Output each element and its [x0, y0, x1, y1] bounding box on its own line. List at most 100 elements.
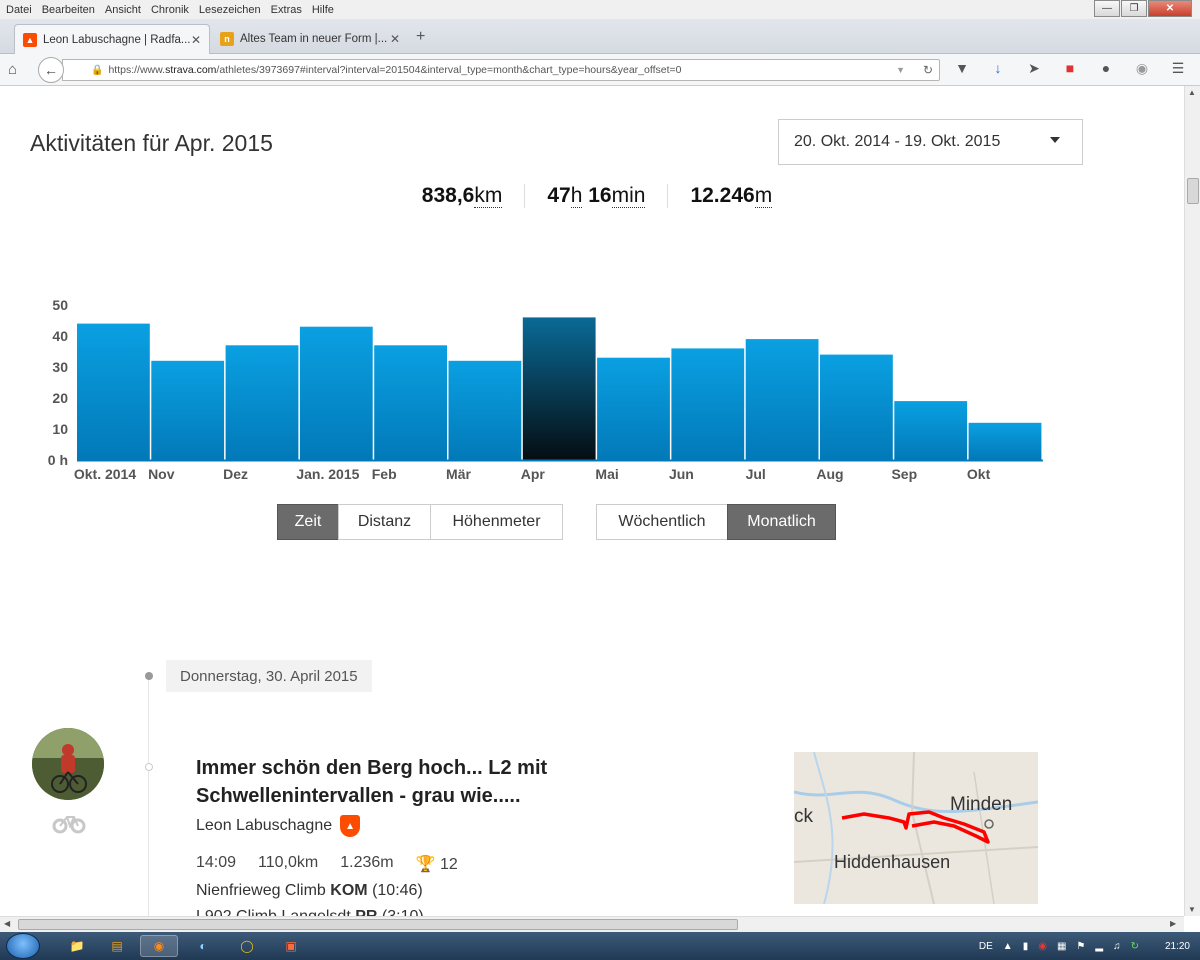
close-window-button[interactable]: ✕	[1148, 0, 1192, 17]
new-tab-button[interactable]: +	[416, 28, 425, 46]
menu-hamburger-icon[interactable]: ☰	[1168, 60, 1188, 77]
segment-time: (3:10)	[382, 908, 424, 916]
sync-icon[interactable]: ↻	[1131, 941, 1139, 952]
reload-icon[interactable]: ↻	[923, 63, 933, 77]
metric-distance-button[interactable]: Distanz	[338, 504, 431, 540]
toolbar-icons: ▼ ↓ ➤ ■ ● ◉ ☰	[952, 60, 1188, 77]
chart-bar-apr[interactable]	[522, 317, 596, 460]
url-bar[interactable]: 🔒 https://www. strava.com/athletes/397369…	[62, 59, 940, 81]
chart-bar-okt[interactable]	[968, 422, 1042, 460]
athlete-name[interactable]: Leon Labuschagne	[196, 817, 332, 835]
chart-bar-dez[interactable]	[225, 345, 299, 460]
home-icon[interactable]: ⌂	[8, 61, 17, 78]
start-button[interactable]	[6, 933, 40, 959]
chrome-icon[interactable]: ◯	[228, 935, 266, 957]
tab-strava[interactable]: ▲ Leon Labuschagne | Radfa... ✕	[14, 24, 210, 54]
language-indicator[interactable]: DE	[979, 941, 993, 952]
activity-title[interactable]: Immer schön den Berg hoch... L2 mit Schw…	[196, 754, 616, 810]
back-button[interactable]: ←	[38, 57, 64, 83]
interval-toggle: Wöchentlich Monatlich	[596, 504, 836, 540]
minimize-button[interactable]: —	[1094, 0, 1120, 17]
lock-icon: 🔒	[91, 64, 104, 76]
maximize-button[interactable]: ❐	[1121, 0, 1147, 17]
weekly-button[interactable]: Wöchentlich	[596, 504, 728, 540]
menu-hilfe[interactable]: Hilfe	[312, 4, 334, 16]
tab-bar: ▲ Leon Labuschagne | Radfa... ✕ n Altes …	[0, 19, 1200, 54]
menu-lesezeichen[interactable]: Lesezeichen	[199, 4, 261, 16]
clock[interactable]: 21:20	[1165, 941, 1190, 952]
vertical-scrollbar[interactable]: ▲ ▼	[1184, 86, 1200, 916]
send-icon[interactable]: ➤	[1024, 60, 1044, 77]
timeline-dot	[145, 672, 153, 680]
url-path: /athletes/3973697#interval?interval=2015…	[216, 64, 682, 76]
flag-icon[interactable]: ⚑	[1076, 941, 1085, 952]
menu-extras[interactable]: Extras	[271, 4, 302, 16]
chart-bar-jun[interactable]	[671, 348, 745, 460]
firefox-icon[interactable]: ◉	[140, 935, 178, 957]
segment-row[interactable]: L902 Climb Langelsdt PR (3:10)	[196, 908, 424, 916]
segment-row[interactable]: Nienfrieweg Climb KOM (10:46)	[196, 882, 423, 900]
metric-elevation-button[interactable]: Höhenmeter	[430, 504, 563, 540]
stat-elevation-unit: m	[754, 184, 773, 208]
close-tab-icon[interactable]: ✕	[191, 33, 201, 47]
x-tick-label: Okt. 2014	[74, 466, 136, 482]
volume-icon[interactable]: ♫	[1113, 941, 1121, 952]
activity-stats: 14:09 110,0km 1.236m 🏆 12	[196, 854, 458, 874]
explorer-icon[interactable]: 📁	[58, 935, 96, 957]
tray-app-icon[interactable]: ▮	[1023, 941, 1029, 952]
chat-icon[interactable]: ●	[1096, 60, 1116, 77]
extension-icon[interactable]: ■	[1060, 60, 1080, 77]
scroll-up-icon[interactable]: ▲	[1188, 88, 1196, 97]
chart-bar-mai[interactable]	[597, 357, 670, 460]
activity-time: 14:09	[196, 854, 237, 871]
chart-bar-jul[interactable]	[745, 339, 819, 460]
date-range-select[interactable]: 20. Okt. 2014 - 19. Okt. 2015	[778, 119, 1083, 165]
scroll-left-icon[interactable]: ◀	[4, 919, 10, 928]
summary-stats: 838,6km 47h 16min 12.246m	[0, 184, 1184, 208]
scrollbar-thumb[interactable]	[18, 919, 738, 930]
menu-ansicht[interactable]: Ansicht	[105, 4, 141, 16]
page-content: Aktivitäten für Apr. 2015 20. Okt. 2014 …	[0, 86, 1184, 916]
url-dropdown-icon[interactable]: ▼	[896, 65, 905, 75]
adblock-icon[interactable]: ◉	[1132, 60, 1152, 77]
tab-news[interactable]: n Altes Team in neuer Form |... ✕	[212, 24, 408, 54]
avatar[interactable]	[32, 728, 104, 800]
pocket-icon[interactable]: ▼	[952, 60, 972, 77]
scroll-down-icon[interactable]: ▼	[1188, 905, 1196, 914]
menu-chronik[interactable]: Chronik	[151, 4, 189, 16]
trophy-icon: 🏆	[415, 856, 436, 873]
page-title: Aktivitäten für Apr. 2015	[30, 130, 273, 156]
tab-title: Altes Team in neuer Form |...	[240, 33, 388, 45]
y-tick-label: 0 h	[48, 452, 68, 468]
chart-bar-mär[interactable]	[448, 360, 522, 460]
media-icon[interactable]: ▤	[98, 935, 136, 957]
chart-bar-nov[interactable]	[151, 360, 225, 460]
app2-icon[interactable]: ▣	[272, 935, 310, 957]
metric-time-button[interactable]: Zeit	[277, 504, 339, 540]
map-label-minden: Minden	[950, 794, 1012, 815]
menu-bearbeiten[interactable]: Bearbeiten	[42, 4, 95, 16]
antivirus-icon[interactable]: ◉	[1038, 941, 1047, 952]
scroll-right-icon[interactable]: ▶	[1170, 919, 1176, 928]
chart-bar-aug[interactable]	[820, 354, 893, 460]
chart-bar-jan-2015[interactable]	[299, 326, 373, 460]
tray-arrow-icon[interactable]: ▲	[1003, 941, 1013, 952]
stat-elevation-value: 12.246	[690, 184, 755, 207]
menu-datei[interactable]: Datei	[6, 4, 32, 16]
horizontal-scrollbar[interactable]: ◀ ▶	[0, 916, 1184, 932]
scrollbar-thumb[interactable]	[1187, 178, 1199, 204]
network-icon[interactable]: ▂	[1095, 941, 1103, 952]
chart-bar-sep[interactable]	[894, 401, 968, 460]
chart-bar-feb[interactable]	[374, 345, 447, 460]
y-tick-label: 40	[52, 328, 68, 344]
window-controls: — ❐ ✕	[1093, 0, 1192, 17]
activity-elevation: 1.236m	[340, 854, 394, 871]
route-map[interactable]: Minden Hiddenhausen ck	[794, 752, 1038, 904]
close-tab-icon[interactable]: ✕	[390, 32, 400, 46]
x-tick-label: Mär	[446, 466, 471, 482]
chart-bar-okt-2014[interactable]	[77, 323, 150, 460]
monthly-button[interactable]: Monatlich	[727, 504, 836, 540]
windows-icon[interactable]: ▦	[1057, 941, 1066, 952]
app-icon[interactable]: ◐	[184, 935, 222, 957]
download-icon[interactable]: ↓	[988, 60, 1008, 77]
